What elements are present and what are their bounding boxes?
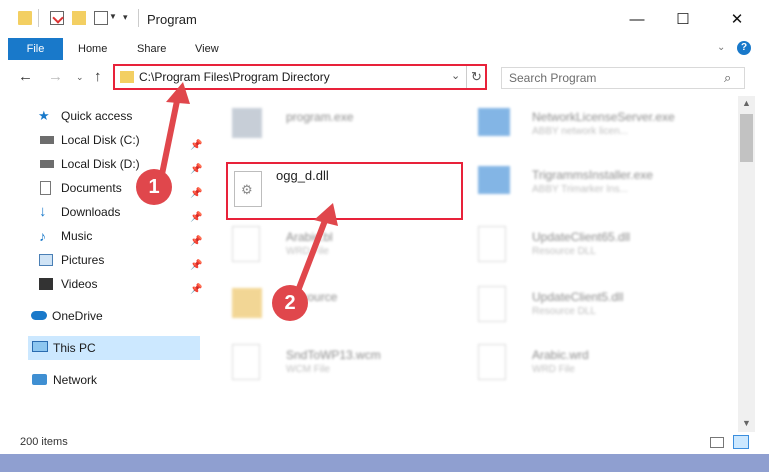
step-1-label: 1 [148, 176, 160, 198]
step-2-label: 2 [284, 292, 296, 314]
status-bar: 200 items [0, 432, 769, 454]
tiles-view-icon[interactable] [733, 435, 749, 449]
arrow-2 [293, 203, 338, 299]
annotation-overlay [136, 82, 338, 321]
item-count: 200 items [20, 436, 68, 448]
taskbar-strip [0, 454, 769, 472]
details-view-icon[interactable] [710, 437, 724, 448]
arrow-1 [157, 82, 190, 187]
